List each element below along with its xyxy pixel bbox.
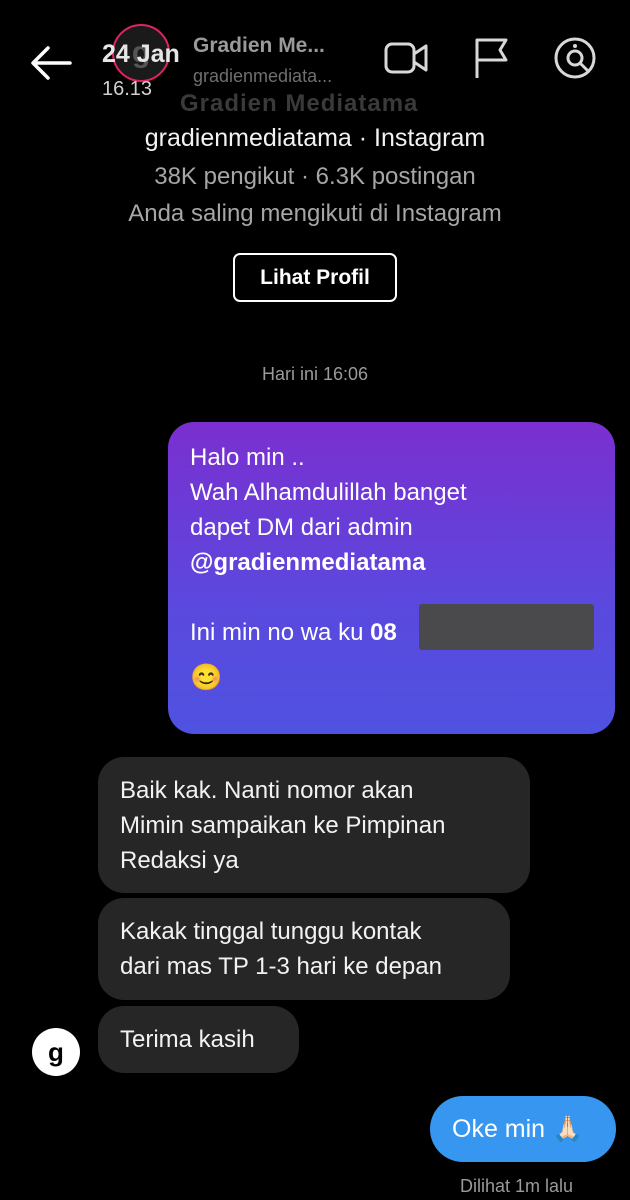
smile-emoji: 😊 xyxy=(190,662,223,692)
sender-avatar[interactable]: g xyxy=(32,1028,80,1076)
profile-stats-line: 38K pengikut · 6.3K postingan xyxy=(154,163,476,190)
outgoing-message-text: Halo min .. Wah Alhamdulillah banget dap… xyxy=(190,440,593,695)
video-call-button[interactable] xyxy=(382,34,430,82)
mention-link[interactable]: @gradienmediatama xyxy=(190,545,593,580)
flag-button[interactable] xyxy=(468,34,516,82)
incoming-message[interactable]: Terima kasih xyxy=(98,1006,299,1073)
message-line: Terima kasih xyxy=(120,1026,255,1053)
message-line: Wah Alhamdulillah banget xyxy=(190,479,467,506)
message-timestamp: Hari ini 16:06 xyxy=(261,364,369,384)
message-line: Baik kak. Nanti nomor akan xyxy=(120,777,414,804)
phone-label: Ini min no wa ku xyxy=(190,619,371,646)
seen-status: Dilihat 1m lalu xyxy=(460,1176,574,1196)
search-in-chat-button[interactable] xyxy=(551,34,599,82)
outgoing-message[interactable]: Halo min .. Wah Alhamdulillah banget dap… xyxy=(168,422,615,734)
back-button[interactable] xyxy=(26,38,76,88)
message-line: Oke min 🙏🏻 xyxy=(452,1114,584,1143)
video-call-icon xyxy=(384,42,428,74)
flag-icon xyxy=(475,38,508,78)
message-line: Kakak tinggal tunggu kontak xyxy=(120,918,422,945)
contact-handle[interactable]: gradienmediata... xyxy=(193,66,332,87)
phone-number: 08 xyxy=(370,619,397,646)
incoming-message[interactable]: Kakak tinggal tunggu kontak dari mas TP … xyxy=(98,898,510,1000)
outgoing-message[interactable]: Oke min 🙏🏻 xyxy=(430,1096,616,1162)
overlay-date: 24 Jan xyxy=(102,40,180,68)
incoming-message[interactable]: Baik kak. Nanti nomor akan Mimin sampaik… xyxy=(98,757,530,893)
avatar-letter: g xyxy=(48,1036,64,1067)
profile-name-faded: Gradien Mediatama xyxy=(180,90,419,117)
message-line: Redaksi ya xyxy=(120,847,239,874)
redaction-block xyxy=(419,604,594,650)
profile-handle-line: gradienmediatama · Instagram xyxy=(144,124,486,152)
profile-mutual-line: Anda saling mengikuti di Instagram xyxy=(128,200,502,227)
message-line: dapet DM dari admin xyxy=(190,514,413,541)
message-line: Halo min .. xyxy=(190,444,305,471)
search-in-chat-icon xyxy=(554,37,596,79)
message-line: dari mas TP 1-3 hari ke depan xyxy=(120,953,442,980)
view-profile-button[interactable]: Lihat Profil xyxy=(233,253,397,302)
message-line: Mimin sampaikan ke Pimpinan xyxy=(120,812,446,839)
contact-name[interactable]: Gradien Me... xyxy=(193,34,325,58)
overlay-time: 16.13 xyxy=(102,78,153,100)
chat-header: g 24 Jan 16.13 Gradien Me... gradienmedi… xyxy=(0,0,630,120)
back-arrow-icon xyxy=(31,46,72,80)
